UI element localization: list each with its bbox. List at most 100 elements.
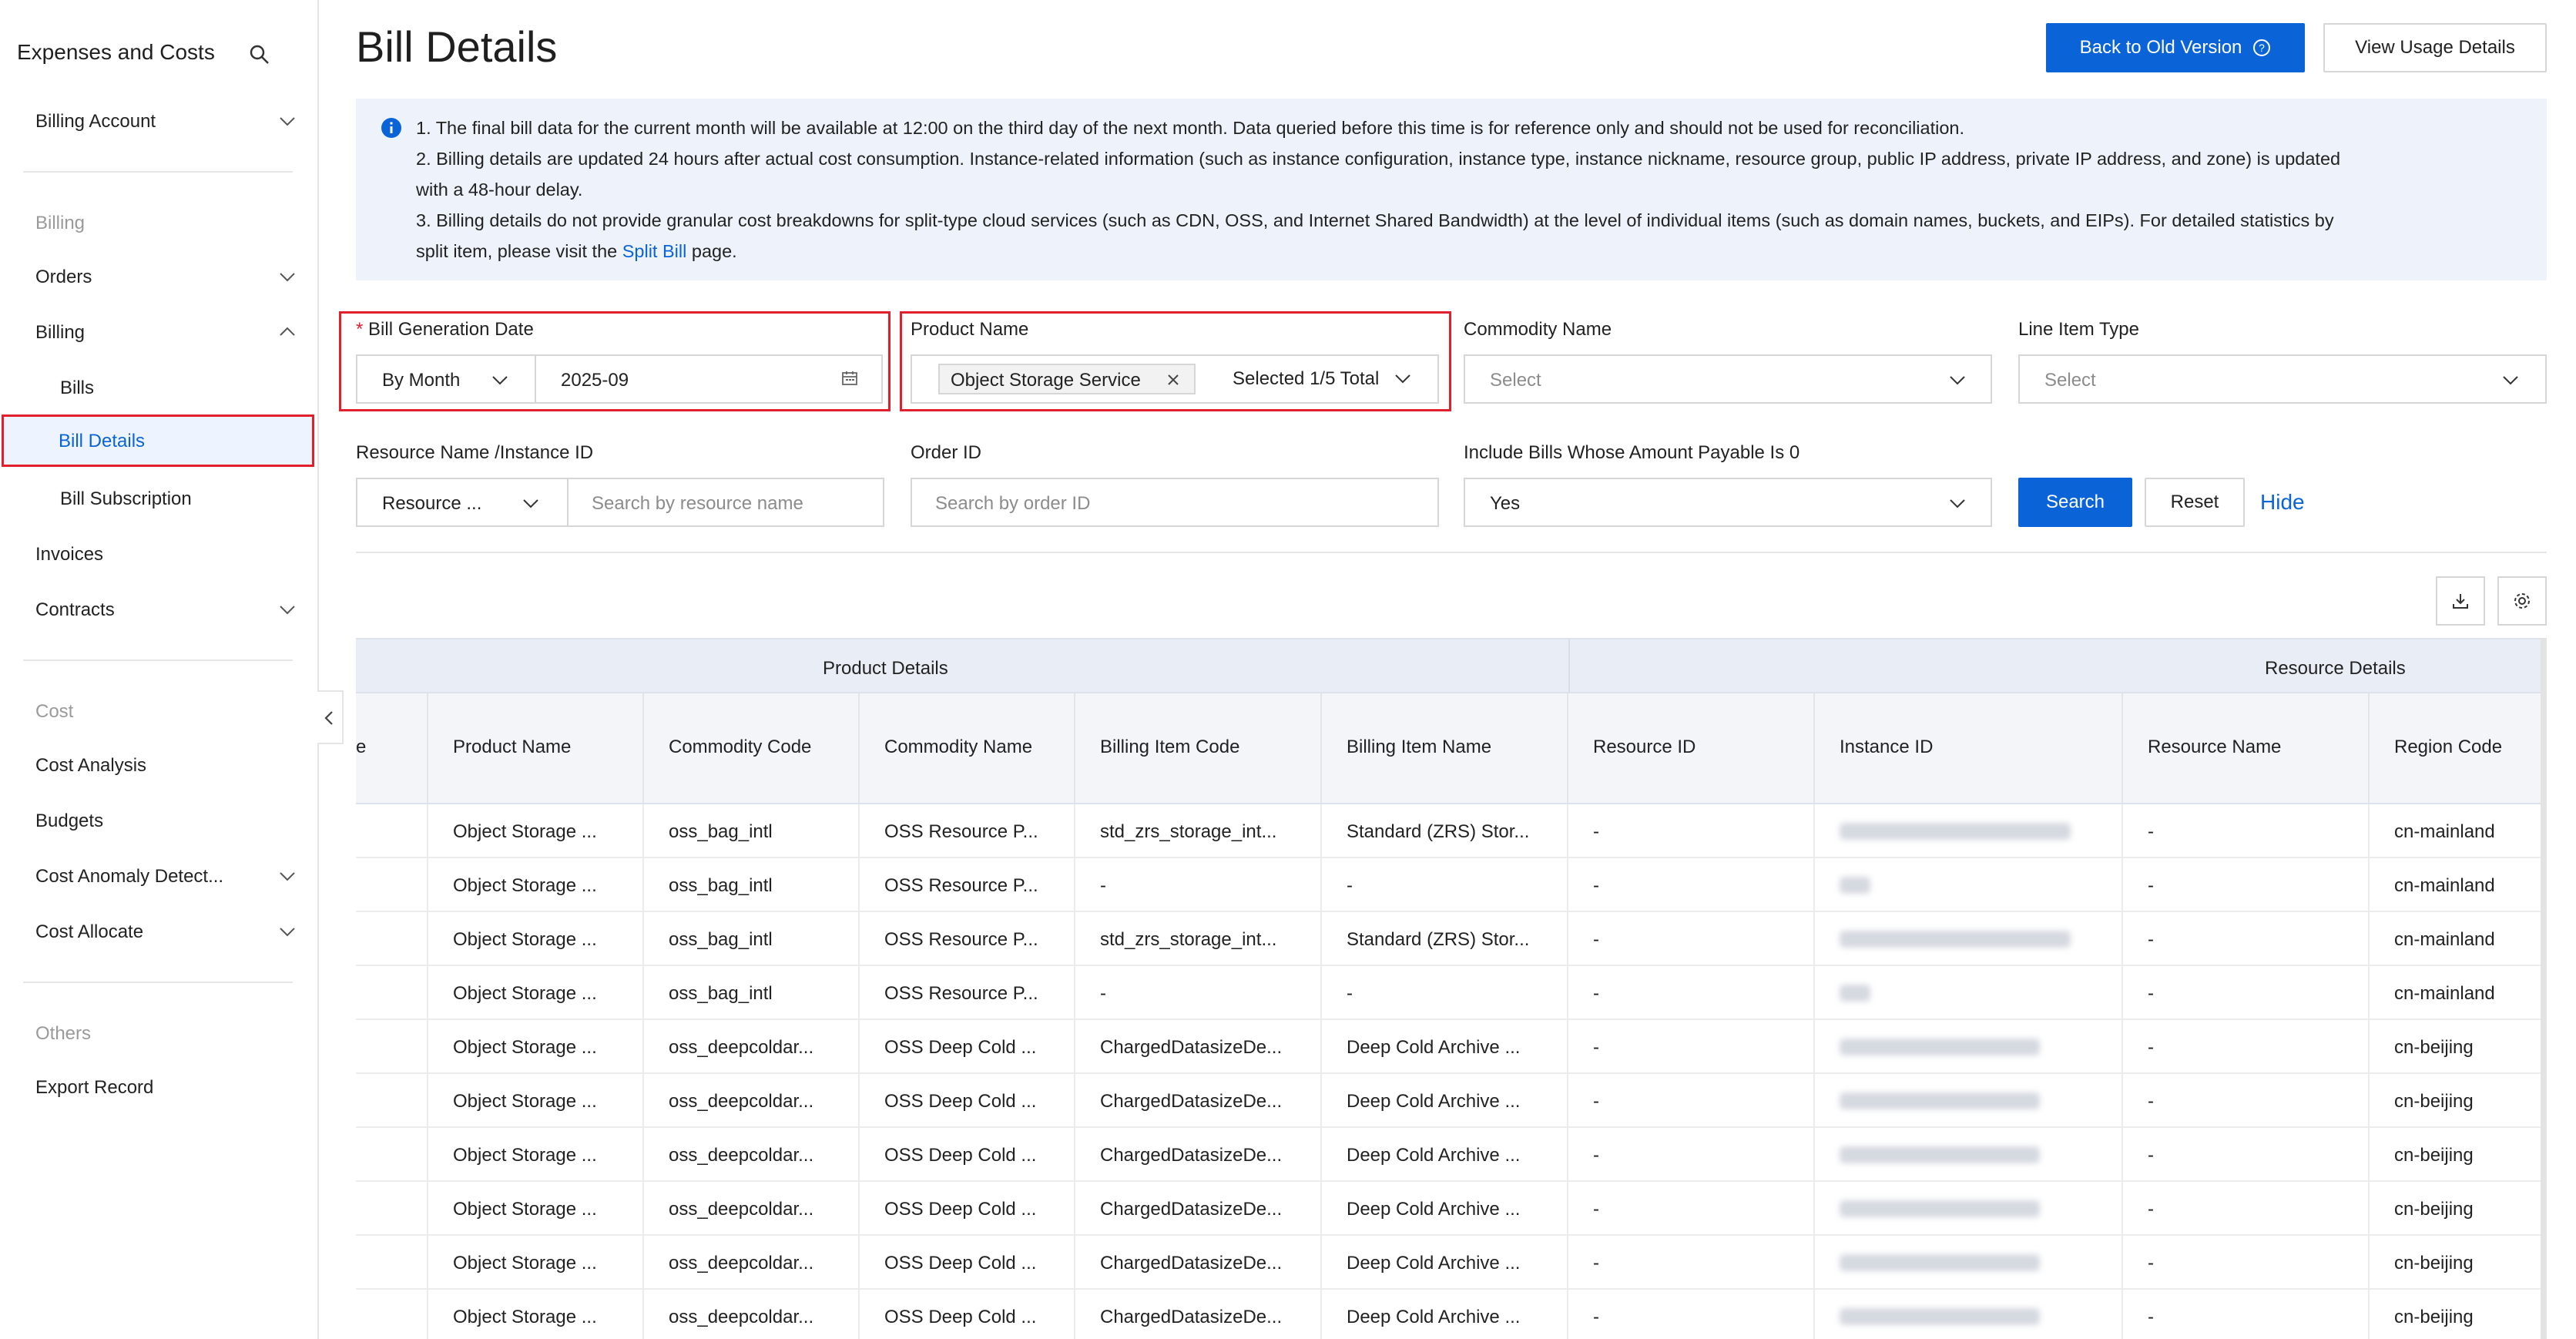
table-cell-text: oss_deepcoldar... bbox=[669, 1307, 814, 1327]
table-cell-text: - bbox=[1593, 983, 1599, 1004]
table-cell-text: ChargedDatasizeDe... bbox=[1100, 1199, 1283, 1220]
close-icon[interactable] bbox=[1165, 371, 1182, 388]
sidebar-item-billing[interactable]: Billing bbox=[35, 322, 85, 344]
view-usage-details-button[interactable]: View Usage Details bbox=[2323, 23, 2547, 72]
settings-button[interactable] bbox=[2497, 576, 2547, 626]
split-bill-link[interactable]: Split Bill bbox=[622, 241, 687, 261]
hide-filters-link[interactable]: Hide bbox=[2260, 490, 2305, 515]
table-cell bbox=[1815, 858, 2123, 911]
sidebar-item-budgets[interactable]: Budgets bbox=[35, 810, 103, 832]
table-header-cell[interactable]: Commodity Name bbox=[860, 693, 1075, 803]
sidebar-item-contracts[interactable]: Contracts bbox=[35, 599, 115, 621]
line-item-type-label: Line Item Type bbox=[2018, 319, 2139, 340]
table-cell: cn-mainland bbox=[2370, 804, 2547, 857]
table-cell-text: - bbox=[1593, 1253, 1599, 1274]
table-cell-text: cn-beijing bbox=[2394, 1199, 2474, 1220]
table-header-text: Commodity Code bbox=[669, 737, 812, 757]
line-item-type-select[interactable] bbox=[2018, 354, 2547, 404]
table-row[interactable]: Object Storage ... oss_deepcoldar... OSS D… bbox=[356, 1236, 2547, 1290]
chevron-up-icon[interactable] bbox=[277, 322, 297, 342]
chevron-down-icon[interactable] bbox=[277, 111, 297, 131]
table-cell-text: Object Storage ... bbox=[453, 929, 597, 950]
table-cell-text: - bbox=[1100, 875, 1106, 896]
table-header-row: e Product Name Commodity Code Commodity Nam… bbox=[356, 693, 2547, 804]
notice-line-1: 1. The final bill data for the current m… bbox=[416, 118, 1964, 138]
table-cell-text: OSS Deep Cold ... bbox=[884, 1199, 1037, 1220]
reset-button[interactable]: Reset bbox=[2145, 478, 2245, 527]
sidebar: Expenses and Costs Billing Account Billi… bbox=[0, 0, 319, 1339]
table-cell: oss_deepcoldar... bbox=[644, 1236, 860, 1288]
sidebar-item-orders[interactable]: Orders bbox=[35, 267, 92, 288]
table-header-cell[interactable]: Billing Item Code bbox=[1075, 693, 1322, 803]
redacted-instance-id bbox=[1840, 931, 2071, 948]
table-header-text: e bbox=[356, 737, 367, 757]
table-cell: cn-mainland bbox=[2370, 858, 2547, 911]
table-header-cell[interactable]: Product Name bbox=[428, 693, 644, 803]
back-to-old-version-button[interactable]: Back to Old Version ? bbox=[2046, 23, 2305, 72]
table-cell: - bbox=[1568, 1074, 1815, 1126]
table-row[interactable]: Object Storage ... oss_bag_intl OSS Resour… bbox=[356, 912, 2547, 966]
table-header-cell[interactable]: Instance ID bbox=[1815, 693, 2123, 803]
sidebar-item-export-record[interactable]: Export Record bbox=[35, 1077, 153, 1099]
table-cell-text: - bbox=[1593, 1145, 1599, 1166]
table-cell-text: - bbox=[1593, 1091, 1599, 1112]
table-cell-text: - bbox=[1100, 983, 1106, 1004]
table-row[interactable]: Object Storage ... oss_deepcoldar... OSS D… bbox=[356, 1074, 2547, 1128]
table-row[interactable]: Object Storage ... oss_bag_intl OSS Resour… bbox=[356, 966, 2547, 1020]
table-cell: - bbox=[2123, 858, 2370, 911]
product-selected-count: Selected 1/5 Total bbox=[1233, 368, 1380, 389]
table-cell: oss_deepcoldar... bbox=[644, 1290, 860, 1339]
table-cell-text: OSS Deep Cold ... bbox=[884, 1091, 1037, 1112]
download-button[interactable] bbox=[2436, 576, 2485, 626]
notice-line-2: 2. Billing details are updated 24 hours … bbox=[416, 149, 2341, 169]
chevron-down-icon[interactable] bbox=[277, 921, 297, 941]
zero-amount-select[interactable] bbox=[1464, 478, 1992, 527]
table-cell-text: Object Storage ... bbox=[453, 821, 597, 842]
table-cell: - bbox=[2123, 1128, 2370, 1180]
table-row[interactable]: Object Storage ... oss_deepcoldar... OSS D… bbox=[356, 1020, 2547, 1074]
table-row[interactable]: Object Storage ... oss_deepcoldar... OSS D… bbox=[356, 1290, 2547, 1339]
table-cell: OSS Deep Cold ... bbox=[860, 1074, 1075, 1126]
table-scrollbar[interactable] bbox=[2541, 638, 2547, 1339]
sidebar-item-cost-analysis[interactable]: Cost Analysis bbox=[35, 755, 146, 777]
info-icon bbox=[381, 118, 401, 138]
table-header-cell[interactable]: Resource Name bbox=[2123, 693, 2370, 803]
table-cell: oss_deepcoldar... bbox=[644, 1074, 860, 1126]
table-cell-text: cn-beijing bbox=[2394, 1037, 2474, 1058]
table-header-cell[interactable]: Commodity Code bbox=[644, 693, 860, 803]
table-row[interactable]: Object Storage ... oss_bag_intl OSS Resour… bbox=[356, 804, 2547, 858]
table-header-cell[interactable]: Region Code bbox=[2370, 693, 2547, 803]
sidebar-item-invoices[interactable]: Invoices bbox=[35, 544, 103, 565]
table-cell: oss_deepcoldar... bbox=[644, 1128, 860, 1180]
table-header-cell: e bbox=[356, 693, 428, 803]
sidebar-item-cost-allocate[interactable]: Cost Allocate bbox=[35, 921, 143, 943]
sidebar-item-bill-details[interactable] bbox=[2, 414, 314, 467]
table-cell bbox=[1815, 1020, 2123, 1072]
commodity-name-select[interactable] bbox=[1464, 354, 1992, 404]
table-cell: - bbox=[2123, 966, 2370, 1019]
table-row[interactable]: Object Storage ... oss_deepcoldar... OSS D… bbox=[356, 1182, 2547, 1236]
required-mark: * bbox=[356, 319, 364, 340]
sidebar-collapse-button[interactable] bbox=[317, 690, 344, 744]
table-cell: Object Storage ... bbox=[428, 1074, 644, 1126]
table-header-cell[interactable]: Billing Item Name bbox=[1322, 693, 1568, 803]
sidebar-item-bill-subscription[interactable]: Bill Subscription bbox=[60, 488, 192, 510]
table-cell: - bbox=[2123, 1290, 2370, 1339]
chevron-down-icon[interactable] bbox=[277, 599, 297, 619]
chevron-down-icon[interactable] bbox=[277, 267, 297, 287]
table-cell: oss_deepcoldar... bbox=[644, 1182, 860, 1234]
search-icon[interactable] bbox=[248, 43, 271, 66]
table-cell-text: Deep Cold Archive ... bbox=[1347, 1253, 1521, 1274]
table-row[interactable]: Object Storage ... oss_deepcoldar... OSS D… bbox=[356, 1128, 2547, 1182]
search-button[interactable]: Search bbox=[2018, 478, 2132, 527]
table-header-cell[interactable]: Resource ID bbox=[1568, 693, 1815, 803]
table-cell: - bbox=[1322, 966, 1568, 1019]
sidebar-item-billing-account[interactable]: Billing Account bbox=[35, 111, 156, 133]
table-cell-text: - bbox=[1593, 1199, 1599, 1220]
table-cell: OSS Resource P... bbox=[860, 858, 1075, 911]
sidebar-item-cost-anomaly[interactable]: Cost Anomaly Detect... bbox=[35, 866, 223, 888]
table-row[interactable]: Object Storage ... oss_bag_intl OSS Resour… bbox=[356, 858, 2547, 912]
table-cell: - bbox=[2123, 1074, 2370, 1126]
sidebar-item-bills[interactable]: Bills bbox=[60, 378, 94, 399]
chevron-down-icon[interactable] bbox=[277, 866, 297, 886]
